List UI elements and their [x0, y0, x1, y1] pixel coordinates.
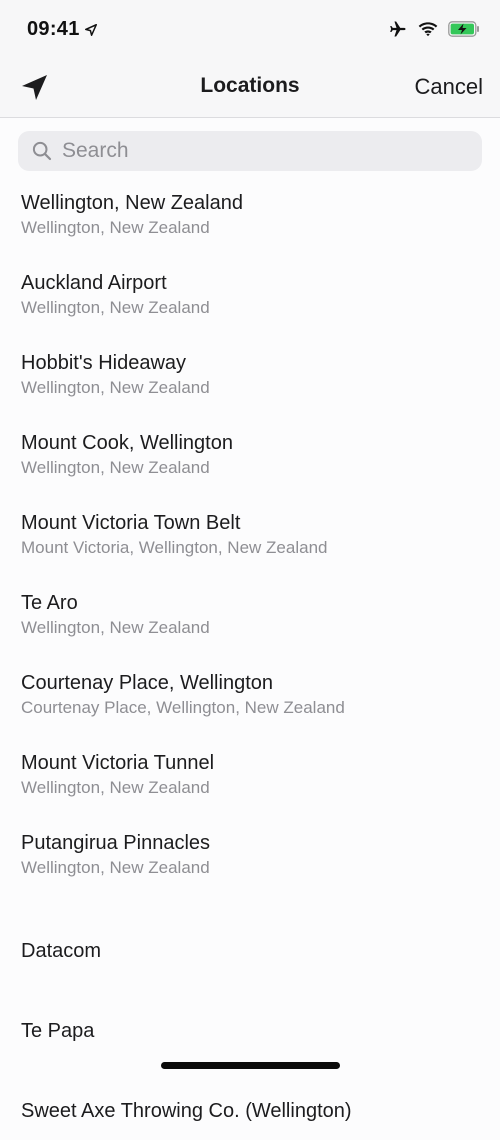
location-row[interactable]: Courtenay Place, Wellington Courtenay Pl…	[0, 660, 500, 740]
cancel-button[interactable]: Cancel	[415, 74, 483, 100]
location-row[interactable]: Te Papa	[0, 980, 500, 1060]
location-row[interactable]: Mount Cook, Wellington Wellington, New Z…	[0, 420, 500, 500]
location-row[interactable]: Mount Victoria Tunnel Wellington, New Ze…	[0, 740, 500, 820]
search-input[interactable]	[62, 139, 462, 163]
status-icons	[388, 20, 480, 38]
location-row[interactable]: Putangirua Pinnacles Wellington, New Zea…	[0, 820, 500, 900]
location-row[interactable]: Auckland Airport Wellington, New Zealand	[0, 260, 500, 340]
location-title: Courtenay Place, Wellington	[21, 672, 273, 694]
location-row[interactable]: Hobbit's Hideaway Wellington, New Zealan…	[0, 340, 500, 420]
wifi-icon	[418, 22, 438, 37]
location-title: Mount Victoria Town Belt	[21, 512, 241, 534]
location-subtitle: Wellington, New Zealand	[21, 298, 210, 317]
location-title: Te Papa	[21, 1020, 95, 1042]
location-row[interactable]: Wellington, New Zealand Wellington, New …	[0, 180, 500, 260]
location-subtitle: Mount Victoria, Wellington, New Zealand	[21, 538, 328, 557]
location-subtitle: Wellington, New Zealand	[21, 458, 210, 477]
location-row[interactable]: Te Aro Wellington, New Zealand	[0, 580, 500, 660]
location-row[interactable]: Datacom	[0, 900, 500, 980]
location-title: Datacom	[21, 940, 102, 962]
location-title: Auckland Airport	[21, 272, 167, 294]
current-location-button[interactable]	[20, 72, 50, 102]
location-row[interactable]: Sweet Axe Throwing Co. (Wellington)	[0, 1060, 500, 1140]
status-time: 09:41	[27, 18, 80, 40]
location-title: Wellington, New Zealand	[21, 192, 243, 214]
location-row[interactable]: Mount Victoria Town Belt Mount Victoria,…	[0, 500, 500, 580]
locations-list: Wellington, New Zealand Wellington, New …	[0, 180, 500, 1140]
location-subtitle: Courtenay Place, Wellington, New Zealand	[21, 698, 345, 717]
location-subtitle: Wellington, New Zealand	[21, 618, 210, 637]
status-bar: 09:41	[0, 0, 500, 60]
location-title: Sweet Axe Throwing Co. (Wellington)	[21, 1100, 352, 1122]
search-bar[interactable]	[18, 131, 482, 171]
location-subtitle: Wellington, New Zealand	[21, 858, 210, 877]
battery-charging-icon	[448, 21, 479, 37]
location-subtitle: Wellington, New Zealand	[21, 218, 210, 237]
navigation-bar: Locations Cancel	[0, 60, 500, 117]
location-title: Mount Victoria Tunnel	[21, 752, 215, 774]
location-title: Te Aro	[21, 592, 78, 614]
location-title: Mount Cook, Wellington	[21, 432, 233, 454]
location-subtitle: Wellington, New Zealand	[21, 778, 210, 797]
location-subtitle: Wellington, New Zealand	[21, 378, 210, 397]
search-icon	[32, 141, 52, 161]
top-bar: 09:41 Locations Cancel	[0, 0, 500, 118]
home-indicator[interactable]	[161, 1062, 340, 1069]
location-title: Putangirua Pinnacles	[21, 832, 211, 854]
airplane-icon	[390, 21, 406, 37]
location-title: Hobbit's Hideaway	[21, 352, 187, 374]
location-arrow-icon	[84, 23, 98, 37]
